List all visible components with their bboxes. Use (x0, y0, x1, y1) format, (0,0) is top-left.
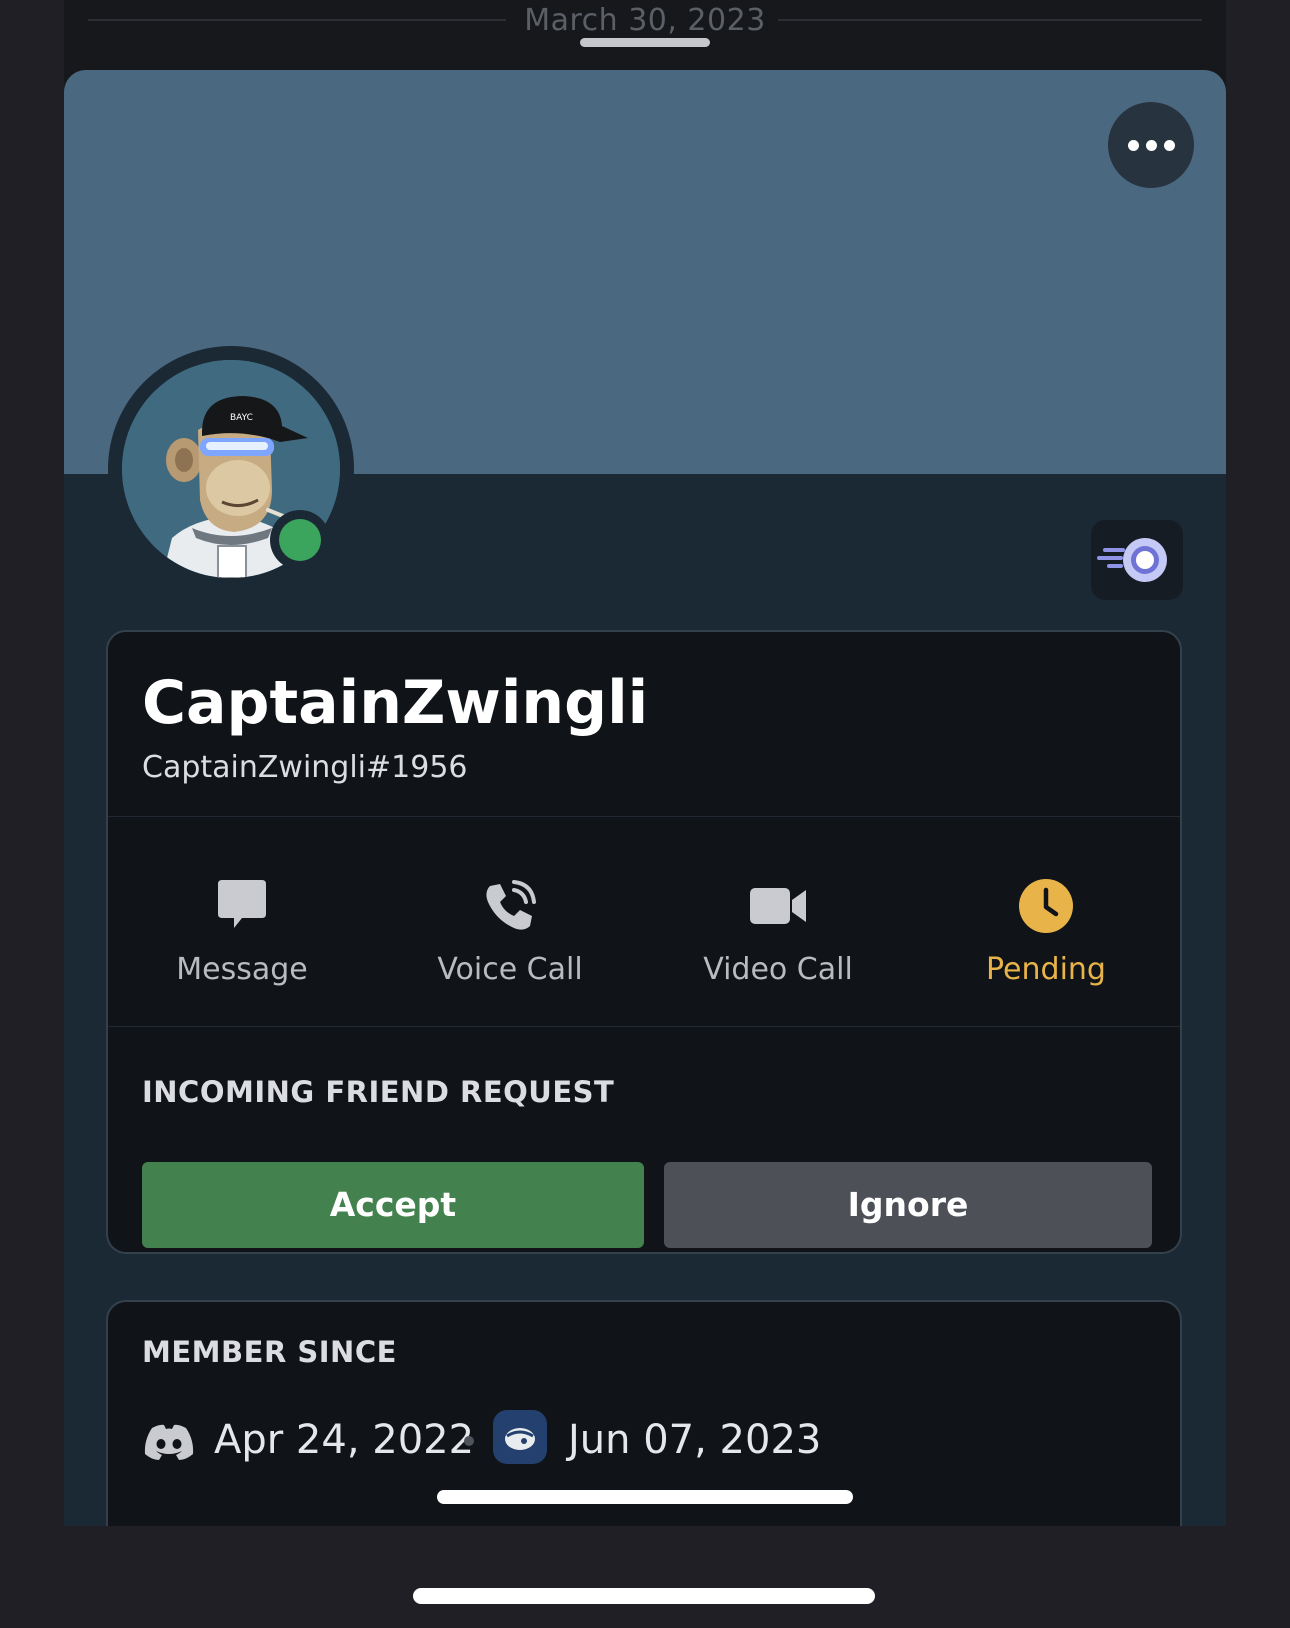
more-options-button[interactable] (1108, 102, 1194, 188)
server-member-date: Jun 07, 2023 (568, 1417, 822, 1463)
separator-dot (464, 1436, 474, 1446)
nitro-icon (1097, 538, 1167, 582)
profile-sheet: BAYC CaptainZwingli CaptainZwingli#1956 … (64, 70, 1226, 1526)
voice-call-label: Voice Call (437, 952, 583, 987)
nitro-badge[interactable] (1091, 520, 1183, 600)
sheet-drag-handle[interactable] (580, 38, 710, 47)
cap-text: BAYC (230, 413, 253, 423)
server-icon (493, 1410, 547, 1464)
discord-member-date: Apr 24, 2022 (214, 1417, 475, 1463)
display-name: CaptainZwingli (142, 668, 649, 738)
voice-call-icon (486, 880, 536, 930)
profile-card: CaptainZwingli CaptainZwingli#1956 Messa… (106, 630, 1182, 1254)
home-indicator[interactable] (413, 1588, 875, 1604)
video-call-button[interactable]: Video Call (644, 864, 912, 1014)
message-label: Message (176, 952, 308, 987)
card-divider (108, 1026, 1180, 1027)
more-dot-icon (1163, 139, 1175, 151)
card-divider (108, 816, 1180, 817)
discord-icon (144, 1424, 194, 1460)
message-icon (218, 880, 266, 928)
pending-label: Pending (986, 952, 1106, 987)
online-status-icon (279, 519, 321, 561)
user-tag: CaptainZwingli#1956 (142, 750, 468, 785)
voice-call-button[interactable]: Voice Call (376, 864, 644, 1014)
video-call-label: Video Call (703, 952, 853, 987)
member-since-title: MEMBER SINCE (142, 1335, 397, 1369)
member-since-row: Apr 24, 2022 Jun 07, 2023 (142, 1410, 1142, 1470)
pending-button[interactable]: Pending (912, 864, 1180, 1014)
more-dot-icon (1127, 139, 1139, 151)
home-indicator[interactable] (437, 1490, 853, 1504)
video-call-icon (750, 888, 806, 924)
date-divider: March 30, 2023 (524, 3, 766, 38)
message-button[interactable]: Message (108, 864, 376, 1014)
friend-request-title: INCOMING FRIEND REQUEST (142, 1075, 615, 1109)
ignore-button[interactable]: Ignore (664, 1162, 1152, 1248)
accept-button[interactable]: Accept (142, 1162, 644, 1248)
more-dot-icon (1145, 139, 1157, 151)
clock-icon (1019, 879, 1073, 933)
